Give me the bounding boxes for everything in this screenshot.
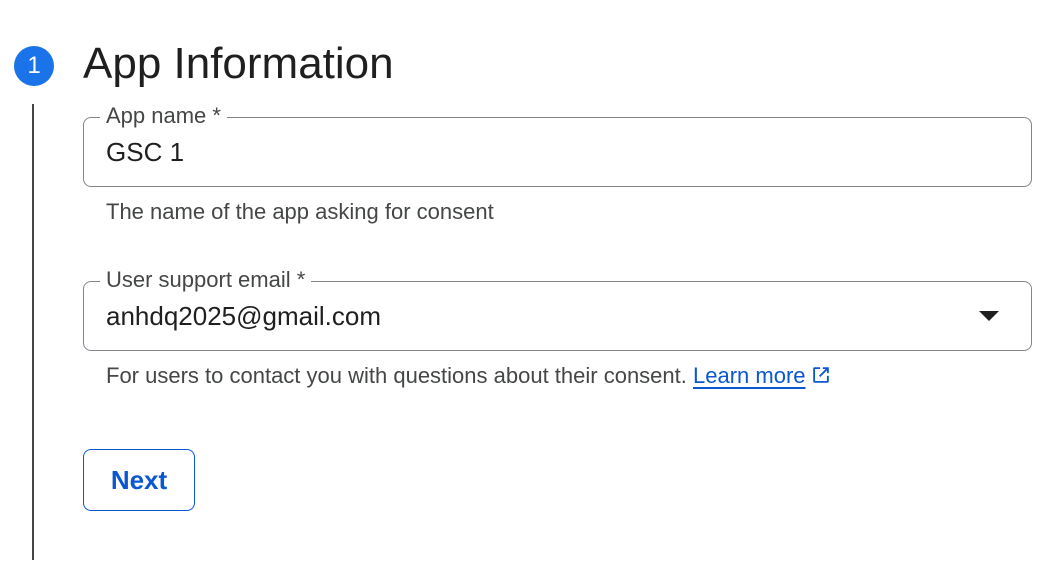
user-support-email-label: User support email * — [100, 266, 312, 294]
user-support-email-value: anhdq2025@gmail.com — [106, 301, 382, 331]
user-support-email-hint-text: For users to contact you with questions … — [106, 363, 687, 388]
learn-more-link[interactable]: Learn more — [693, 363, 806, 388]
user-support-email-select[interactable]: User support email * anhdq2025@gmail.com — [83, 266, 1032, 351]
app-name-input[interactable] — [106, 136, 986, 168]
open-in-new-icon[interactable] — [810, 364, 832, 386]
user-support-email-hint: For users to contact you with questions … — [106, 362, 832, 390]
app-name-hint: The name of the app asking for consent — [106, 199, 494, 224]
next-button[interactable]: Next — [83, 449, 195, 511]
learn-more-link-text: Learn more — [693, 363, 806, 388]
app-name-field[interactable]: App name * — [83, 102, 1032, 187]
app-name-label: App name * — [100, 102, 227, 130]
page-title: App Information — [83, 39, 394, 88]
stepper-line — [32, 104, 34, 560]
arrow-drop-down-icon[interactable] — [979, 311, 999, 321]
step-number-badge: 1 — [14, 46, 54, 86]
